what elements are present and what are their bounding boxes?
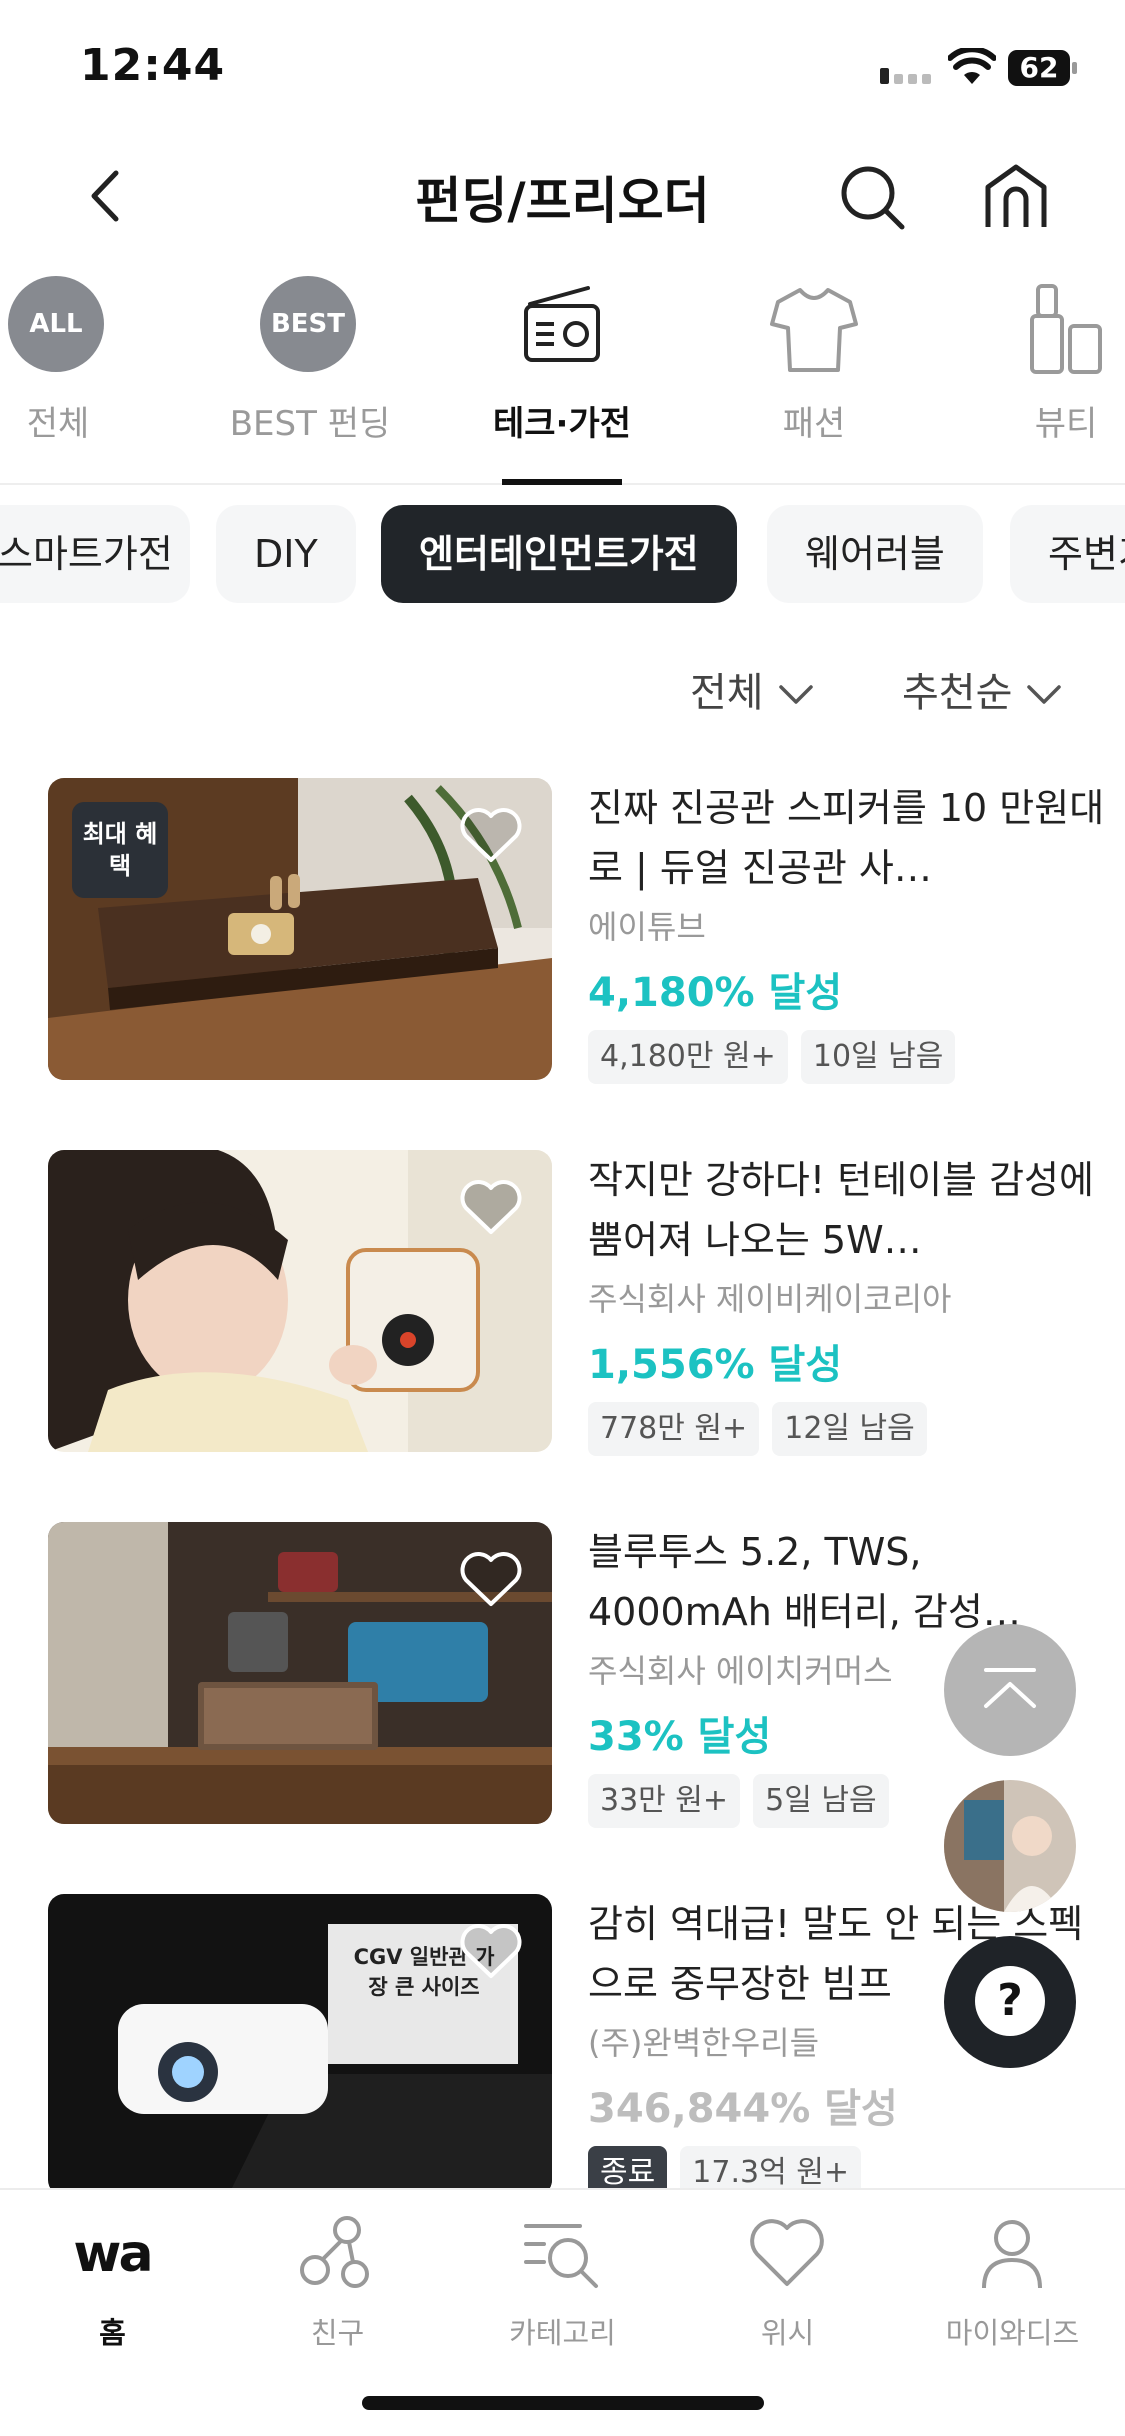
seller-name: 에이튜브 <box>588 908 706 946</box>
achievement-rate: 346,844% 달성 <box>588 2086 898 2132</box>
product-name: 작지만 강하다! 턴테이블 감성에 뿜어져 나오는 5W… <box>588 1158 1094 1262</box>
product-card[interactable]: 작지만 강하다! 턴테이블 감성에 뿜어져 나오는 5W… 주식회사 제이비케이… <box>48 1150 1108 1460</box>
achievement-rate: 4,180% 달성 <box>588 970 843 1016</box>
best-badge-icon: BEST <box>260 276 356 372</box>
product-card[interactable]: CGV 일반관 가장 큰 사이즈 감히 역대급! 말도 안 되는 스펙으로 중무… <box>48 1894 1108 2204</box>
chip-accessories[interactable]: 주변기 <box>1010 505 1125 603</box>
status-time: 12:44 <box>80 40 226 91</box>
wifi-icon <box>948 48 996 84</box>
nav-wish[interactable]: 위시 <box>675 2214 900 2364</box>
nav-category[interactable]: 카테고리 <box>450 2214 675 2364</box>
tab-beauty[interactable]: 뷰티 <box>966 270 1125 483</box>
tab-label: 전체 <box>26 404 90 444</box>
product-image[interactable] <box>48 1522 552 1824</box>
heart-icon <box>750 2219 824 2286</box>
seller-name: 주식회사 제이비케이코리아 <box>588 1280 952 1318</box>
chip-smart-appliances[interactable]: 스마트가전 <box>0 505 190 603</box>
days-left-tag: 10일 남음 <box>800 1030 956 1084</box>
live-avatar-button[interactable] <box>944 1780 1076 1912</box>
question-mark-icon: ? <box>975 1966 1045 2036</box>
tab-tech-appliances[interactable]: 테크·가전 <box>462 270 662 485</box>
product-info: 진짜 진공관 스피커를 10 만원대로 | 듀얼 진공관 사… 에이튜브 4,1… <box>588 778 1108 1086</box>
sort-label: 추천순 <box>902 670 1013 716</box>
wishlist-heart-icon[interactable] <box>458 806 524 866</box>
product-image[interactable] <box>48 1150 552 1452</box>
tag-list: 778만 원+ 12일 남음 <box>588 1402 1108 1458</box>
category-search-icon <box>524 2224 598 2288</box>
battery-level: 62 <box>1019 51 1059 84</box>
chevron-down-icon <box>778 685 813 704</box>
all-badge-icon: ALL <box>8 276 104 372</box>
nav-label: 마이와디즈 <box>945 2316 1080 2350</box>
chip-diy[interactable]: DIY <box>216 505 356 603</box>
achievement-rate: 1,556% 달성 <box>588 1342 843 1388</box>
status-bar: 12:44 62 <box>0 0 1125 135</box>
nav-home[interactable]: wa 홈 <box>0 2214 225 2364</box>
tshirt-icon <box>770 288 858 372</box>
tab-best-funding[interactable]: BEST BEST 펀딩 <box>210 270 410 483</box>
product-card[interactable]: 최대 혜택 진짜 진공관 스피커를 10 만원대로 | 듀얼 진공관 사… 에이… <box>48 778 1108 1088</box>
help-button[interactable]: ? <box>944 1936 1076 2068</box>
person-icon <box>982 2220 1042 2289</box>
nav-label: 위시 <box>760 2316 815 2350</box>
subcategory-chips: 스마트가전 DIY 엔터테인먼트가전 웨어러블 주변기 <box>0 505 1125 605</box>
arrow-up-icon <box>984 1668 1036 1708</box>
radio-icon <box>524 286 600 362</box>
days-left-tag: 12일 남음 <box>772 1402 927 1456</box>
filter-bar: 전체 추천순 <box>0 660 1125 730</box>
nav-label: 친구 <box>310 2316 365 2350</box>
nav-my-wadiz[interactable]: 마이와디즈 <box>900 2214 1125 2364</box>
tag-list: 4,180만 원+ 10일 남음 <box>588 1030 1108 1086</box>
tab-label: 뷰티 <box>1034 404 1098 444</box>
search-icon[interactable] <box>838 163 906 231</box>
product-image[interactable]: CGV 일반관 가장 큰 사이즈 <box>48 1894 552 2196</box>
header: 펀딩/프리오더 <box>0 135 1125 255</box>
home-icon[interactable] <box>982 161 1050 231</box>
product-name: 진짜 진공관 스피커를 10 만원대로 | 듀얼 진공관 사… <box>588 786 1105 890</box>
tab-label: 패션 <box>782 404 846 444</box>
chevron-down-icon <box>1027 685 1062 704</box>
wadiz-logo-icon: wa <box>73 2224 153 2284</box>
home-indicator <box>362 2396 764 2410</box>
friends-icon <box>300 2216 369 2288</box>
nav-friends[interactable]: 친구 <box>225 2214 450 2364</box>
scope-filter-dropdown[interactable]: 전체 <box>690 660 814 718</box>
cosmetics-icon <box>1030 284 1102 374</box>
active-tab-indicator <box>502 479 622 485</box>
nav-label: 홈 <box>99 2316 126 2350</box>
tab-all[interactable]: ALL 전체 <box>0 270 158 483</box>
max-benefit-badge: 최대 혜택 <box>72 802 168 898</box>
wishlist-heart-icon[interactable] <box>458 1550 524 1610</box>
nav-label: 카테고리 <box>509 2316 616 2350</box>
page-title: 펀딩/프리오더 <box>415 172 710 230</box>
amount-tag: 33만 원+ <box>588 1774 741 1828</box>
category-tabs: ALL 전체 BEST BEST 펀딩 테크·가전 패션 뷰티 <box>0 270 1125 485</box>
product-info: 작지만 강하다! 턴테이블 감성에 뿜어져 나오는 5W… 주식회사 제이비케이… <box>588 1150 1108 1458</box>
cellular-signal-icon <box>880 68 931 84</box>
chip-wearable[interactable]: 웨어러블 <box>767 505 983 603</box>
wishlist-heart-icon[interactable] <box>458 1922 524 1982</box>
chip-entertainment-appliances[interactable]: 엔터테인먼트가전 <box>381 505 737 603</box>
scope-filter-label: 전체 <box>690 670 764 716</box>
wishlist-heart-icon[interactable] <box>458 1178 524 1238</box>
tab-fashion[interactable]: 패션 <box>714 270 914 483</box>
tab-label: BEST 펀딩 <box>229 404 391 444</box>
sort-dropdown[interactable]: 추천순 <box>902 660 1062 718</box>
amount-tag: 4,180만 원+ <box>588 1030 788 1084</box>
tab-label: 테크·가전 <box>492 404 632 444</box>
days-left-tag: 5일 남음 <box>753 1774 889 1828</box>
product-image[interactable]: 최대 혜택 <box>48 778 552 1080</box>
avatar <box>944 1780 1076 1912</box>
amount-tag: 778만 원+ <box>588 1402 760 1456</box>
scroll-to-top-button[interactable] <box>944 1624 1076 1756</box>
